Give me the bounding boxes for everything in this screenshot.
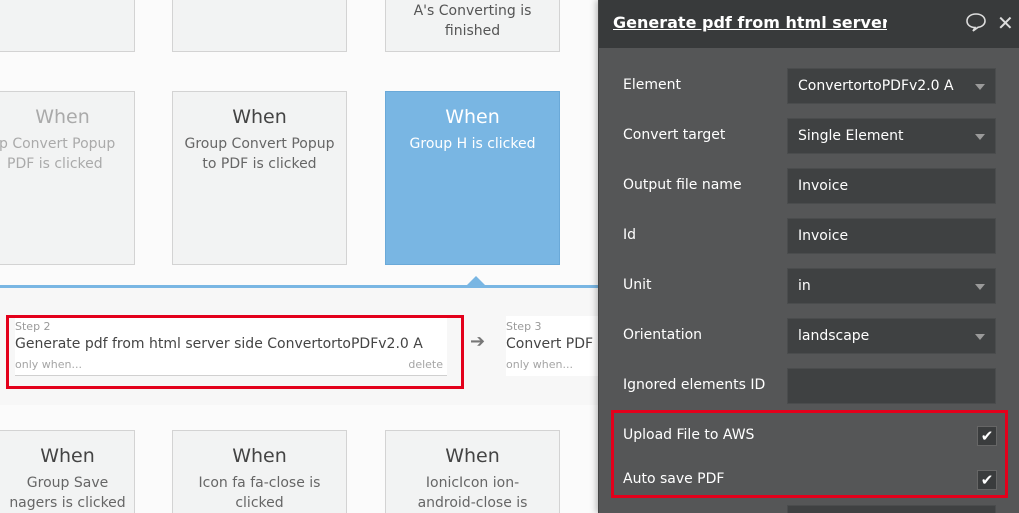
element-dropdown[interactable]: ConvertortoPDFv2.0 A bbox=[787, 68, 996, 104]
id-input[interactable]: Invoice bbox=[787, 218, 996, 254]
event-card-desc: A's Converting is bbox=[413, 3, 532, 19]
field-label-ignored-elements-id: Ignored elements ID bbox=[623, 377, 766, 393]
event-card-desc: finished bbox=[444, 23, 501, 39]
field-label-orientation: Orientation bbox=[623, 327, 703, 343]
unit-dropdown[interactable]: in bbox=[787, 268, 996, 304]
event-card-when: When bbox=[232, 445, 287, 467]
event-card-when: When bbox=[40, 445, 95, 467]
event-card-desc: Icon fa fa-close is bbox=[198, 475, 321, 491]
event-card-group-save[interactable]: When Group Save nagers is clicked bbox=[0, 430, 135, 513]
chevron-down-icon bbox=[975, 84, 985, 90]
event-card[interactable] bbox=[172, 0, 347, 52]
convert-target-value: Single Element bbox=[798, 128, 904, 144]
chevron-down-icon bbox=[975, 134, 985, 140]
output-file-name-value: Invoice bbox=[798, 178, 849, 194]
event-card-desc: nagers is clicked bbox=[9, 495, 126, 511]
step-2-highlight bbox=[6, 315, 464, 389]
field-label-element: Element bbox=[623, 77, 681, 93]
event-card-when: When bbox=[445, 106, 500, 128]
panel-title[interactable]: Generate pdf from html server side bbox=[613, 13, 887, 32]
step-title: Convert PDF bbox=[506, 336, 594, 352]
chevron-down-icon bbox=[975, 334, 985, 340]
next-field-partial[interactable] bbox=[787, 505, 996, 513]
unit-value: in bbox=[798, 278, 811, 294]
step-number: Step 3 bbox=[506, 320, 542, 333]
event-card-when: When bbox=[232, 106, 287, 128]
event-card-desc: p Convert Popup bbox=[0, 136, 116, 152]
event-card-conversion-finished[interactable]: A's Converting is finished bbox=[385, 0, 560, 52]
close-icon[interactable]: ✕ bbox=[997, 11, 1014, 35]
event-card-desc: clicked bbox=[235, 495, 284, 511]
checkbox-highlight bbox=[611, 410, 1008, 498]
event-card-desc: IonicIcon ion- bbox=[425, 475, 520, 491]
event-card[interactable] bbox=[0, 0, 135, 52]
event-card-convert-popup-partial[interactable]: When p Convert Popup PDF is clicked bbox=[0, 91, 135, 265]
event-card-desc: Group Convert Popup bbox=[184, 136, 335, 152]
step-3[interactable]: Step 3 Convert PDF only when... bbox=[506, 316, 598, 376]
event-card-desc: Group Save bbox=[26, 475, 109, 491]
convert-target-dropdown[interactable]: Single Element bbox=[787, 118, 996, 154]
event-card-group-h-selected[interactable]: When Group H is clicked bbox=[385, 91, 560, 265]
step-condition-link[interactable]: only when... bbox=[506, 358, 573, 371]
orientation-dropdown[interactable]: landscape bbox=[787, 318, 996, 354]
event-card-desc: to PDF is clicked bbox=[202, 156, 317, 172]
field-label-unit: Unit bbox=[623, 277, 652, 293]
field-label-convert-target: Convert target bbox=[623, 127, 726, 143]
event-card-when: When bbox=[445, 445, 500, 467]
step-arrow-icon: ➔ bbox=[470, 331, 486, 352]
event-card-when: When bbox=[35, 106, 90, 128]
element-dropdown-value: ConvertortoPDFv2.0 A bbox=[798, 78, 954, 94]
ignored-elements-id-input[interactable] bbox=[787, 368, 996, 404]
chevron-down-icon bbox=[975, 284, 985, 290]
event-card-desc: Group H is clicked bbox=[409, 136, 536, 152]
field-label-output-file-name: Output file name bbox=[623, 177, 742, 193]
event-card-ionic-close[interactable]: When IonicIcon ion- android-close is bbox=[385, 430, 560, 513]
output-file-name-input[interactable]: Invoice bbox=[787, 168, 996, 204]
panel-header: Generate pdf from html server side ✕ bbox=[599, 0, 1019, 48]
field-label-id: Id bbox=[623, 227, 637, 243]
id-value: Invoice bbox=[798, 228, 849, 244]
comment-icon[interactable] bbox=[965, 12, 987, 37]
event-card-desc: PDF is clicked bbox=[7, 156, 103, 172]
event-card-convert-popup[interactable]: When Group Convert Popup to PDF is click… bbox=[172, 91, 347, 265]
orientation-value: landscape bbox=[798, 328, 870, 344]
event-card-desc: android-close is bbox=[417, 495, 528, 511]
event-card-icon-close[interactable]: When Icon fa fa-close is clicked bbox=[172, 430, 347, 513]
